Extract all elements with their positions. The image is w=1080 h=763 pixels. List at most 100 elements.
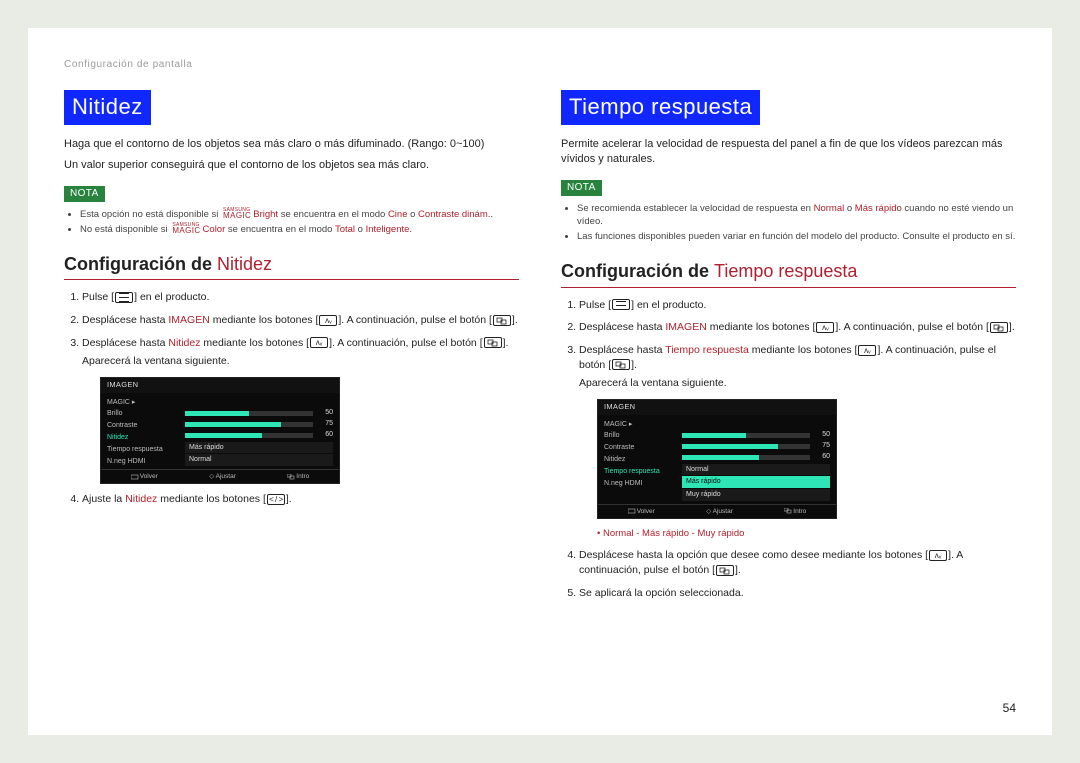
osd-menu: MAGIC ▸ Brillo Contraste Nitidez Tiempo … [107,397,179,468]
steps-list: Pulse [] en el producto. Desplácese hast… [565,298,1016,601]
note-list: Esta opción no está disponible si SAMSUN… [70,208,519,237]
osd-foot-volver: Volver [131,472,158,481]
osd-option: Muy rápido [682,489,830,501]
step-item: Pulse [] en el producto. [579,298,1016,313]
text: Cine [388,209,408,220]
osd-value: 50 [317,408,333,418]
osd-value: 75 [814,441,830,451]
osd-row: Contraste [604,442,676,454]
text: ]. A continuación, pulse el botón [ [338,314,492,326]
text: Más rápido [855,203,902,214]
viewport: Configuración de pantalla Nitidez Haga q… [0,0,1080,763]
osd-values: 50 75 60 Más rápido Normal [185,397,333,468]
osd-row: N.neg HDMI [107,456,179,468]
column-left: Nitidez Haga que el contorno de los obje… [64,90,519,608]
chevron-right-icon: ▸ [629,421,633,428]
osd-foot-intro: Intro [784,507,806,516]
text: mediante los botones [ [749,344,858,356]
osd-title: IMAGEN [101,378,339,393]
text: Nitidez [217,254,272,274]
osd-row: Brillo [107,408,179,420]
subsection-title: Configuración de Tiempo respuesta [561,259,1016,287]
text: Total [335,224,355,235]
text: Inteligente [366,224,410,235]
text: Nitidez [168,337,200,349]
text: Desplácese hasta [82,314,168,326]
osd-option-selected: Más rápido [682,476,830,488]
text: ]. [286,493,292,505]
magic-label: MAGIC [223,212,251,220]
leftright-icon [267,494,285,505]
osd-row: Tiempo respuesta [107,444,179,456]
step-item: Desplácese hasta la opción que desee com… [579,548,1016,577]
note-item: Se recomienda establecer la velocidad de… [577,202,1016,229]
osd-option: Normal [185,454,333,466]
text: o [407,209,418,220]
osd-value: 50 [814,430,830,440]
osd-row: MAGIC ▸ [604,419,676,431]
section-title-nitidez: Nitidez [64,90,151,125]
text: Pulse [ [82,291,114,303]
text: Tiempo respuesta [665,344,749,356]
text: Se recomienda establecer la velocidad de… [577,203,814,214]
text: se encuentra en el modo [281,209,388,220]
enter-icon [990,322,1008,333]
osd-row-selected: Tiempo respuesta [604,466,676,478]
osd-value: 75 [317,419,333,429]
osd-screenshot-nitidez: IMAGEN MAGIC ▸ Brillo Contraste Nitidez … [100,377,340,484]
text: mediante los botones [ [210,314,319,326]
osd-row: Brillo [604,430,676,442]
text: Configuración de [64,254,217,274]
osd-title: IMAGEN [598,400,836,415]
enter-icon [716,565,734,576]
text: IMAGEN [168,314,209,326]
step-item: Se aplicará la opción seleccionada. [579,586,1016,601]
text: ]. [503,337,509,349]
menu-icon [115,292,133,303]
note-badge: NOTA [64,186,105,202]
two-column-layout: Nitidez Haga que el contorno de los obje… [64,90,1016,608]
updown-icon [319,315,337,326]
step-item: Desplácese hasta IMAGEN mediante los bot… [579,320,1016,335]
text: Aparecerá la ventana siguiente. [579,376,1016,391]
text: Tiempo respuesta [714,261,857,281]
osd-option: Más rápido [185,442,333,454]
updown-icon [858,345,876,356]
text: Nitidez [125,493,157,505]
text: Esta opción no está disponible si [80,209,221,220]
step-item: Desplácese hasta Nitidez mediante los bo… [82,336,519,485]
text: Color [203,224,226,235]
text: ]. [512,314,518,326]
note-badge: NOTA [561,180,602,196]
note-item: Esta opción no está disponible si SAMSUN… [80,208,519,221]
osd-row: N.neg HDMI [604,478,676,490]
enter-icon [484,337,502,348]
text: Bright [253,209,278,220]
text: IMAGEN [665,321,706,333]
magic-color-logo: SAMSUNG MAGIC [172,224,200,235]
section-title-tiempo: Tiempo respuesta [561,90,760,125]
magic-label: MAGIC [172,227,200,235]
text: Pulse [ [579,299,611,311]
column-right: Tiempo respuesta Permite acelerar la vel… [561,90,1016,608]
subsection-title: Configuración de Nitidez [64,252,519,280]
osd-option: Normal [682,464,830,476]
text: ]. [1009,321,1015,333]
updown-icon [310,337,328,348]
chevron-right-icon: ▸ [132,399,136,406]
document-page: Configuración de pantalla Nitidez Haga q… [28,28,1052,735]
updown-icon [816,322,834,333]
osd-row: Nitidez [604,454,676,466]
text: mediante los botones [ [707,321,816,333]
text: Desplácese hasta [579,344,665,356]
text: Desplácese hasta [82,337,168,349]
paragraph: Un valor superior conseguirá que el cont… [64,158,519,173]
text: o [844,203,855,214]
text: ]. [631,359,637,371]
osd-menu: MAGIC ▸ Brillo Contraste Nitidez Tiempo … [604,419,676,502]
text: o [355,224,366,235]
osd-foot-ajustar: ◇ Ajustar [209,472,236,481]
step-item: Ajuste la Nitidez mediante los botones [… [82,492,519,507]
text: Desplácese hasta la opción que desee com… [579,549,928,561]
text: No está disponible si [80,224,170,235]
